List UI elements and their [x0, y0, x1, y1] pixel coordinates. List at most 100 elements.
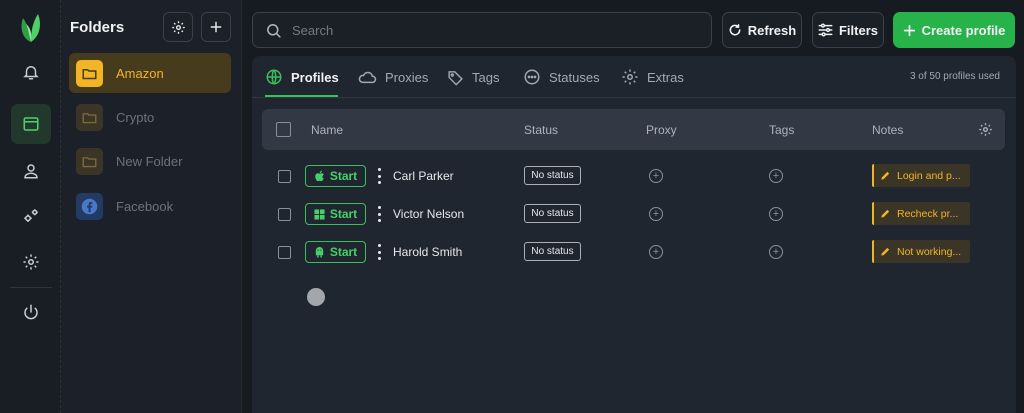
- select-all-checkbox[interactable]: [276, 122, 291, 137]
- column-header-tags[interactable]: Tags: [769, 123, 794, 137]
- row-checkbox[interactable]: [278, 246, 291, 259]
- apple-icon: [315, 170, 324, 182]
- more-options-icon[interactable]: [376, 206, 382, 222]
- column-header-name[interactable]: Name: [311, 123, 343, 137]
- globe-icon: [266, 69, 282, 85]
- plus-icon: [210, 21, 222, 33]
- pencil-icon: [881, 171, 890, 180]
- profile-name[interactable]: Victor Nelson: [393, 207, 464, 221]
- profiles-usage: 3 of 50 profiles used: [909, 71, 1000, 82]
- icon-rail: [0, 0, 61, 413]
- start-button[interactable]: Start: [305, 203, 366, 225]
- folders-panel: Folders Amazon Crypto New Folder Faceboo…: [61, 0, 242, 413]
- gear-icon: [171, 20, 185, 34]
- refresh-button[interactable]: Refresh: [722, 12, 802, 48]
- main-area: Search Refresh Filters Create profile Pr…: [242, 0, 1024, 413]
- profiles-panel: Profiles Proxies Tags Statuses Extras 3 …: [252, 56, 1016, 413]
- filters-button[interactable]: Filters: [812, 12, 884, 48]
- folder-icon: [76, 59, 103, 87]
- add-folder-button[interactable]: [201, 12, 231, 42]
- tab-extras[interactable]: Extras: [621, 67, 684, 87]
- add-tag-icon[interactable]: +: [769, 169, 783, 183]
- add-proxy-icon[interactable]: +: [649, 245, 663, 259]
- dots-circle-icon: [524, 69, 540, 85]
- more-options-icon[interactable]: [376, 244, 382, 260]
- cogs-icon[interactable]: [11, 196, 51, 236]
- tab-profiles[interactable]: Profiles: [265, 67, 339, 87]
- column-header-status[interactable]: Status: [524, 123, 558, 137]
- profile-name[interactable]: Carl Parker: [393, 169, 454, 183]
- status-badge[interactable]: No status: [524, 204, 581, 223]
- gear-icon[interactable]: [11, 242, 51, 282]
- sliders-icon: [818, 23, 833, 37]
- gear-icon: [622, 69, 638, 85]
- note-badge[interactable]: Recheck pr...: [872, 202, 970, 225]
- bell-icon[interactable]: [11, 52, 51, 92]
- facebook-icon: [76, 192, 103, 220]
- folder-item-amazon[interactable]: Amazon: [69, 53, 231, 93]
- folder-item-crypto[interactable]: Crypto: [69, 97, 231, 137]
- status-badge[interactable]: No status: [524, 242, 581, 261]
- table-row[interactable]: Start Harold Smith No status + + Not wor…: [262, 233, 1005, 271]
- status-badge[interactable]: No status: [524, 166, 581, 185]
- browser-window-icon[interactable]: [11, 104, 51, 144]
- table-header: Name Status Proxy Tags Notes: [262, 109, 1005, 150]
- row-checkbox[interactable]: [278, 170, 291, 183]
- pencil-icon: [881, 209, 890, 218]
- add-tag-icon[interactable]: +: [769, 245, 783, 259]
- android-icon: [315, 246, 323, 258]
- start-label: Start: [329, 207, 358, 221]
- tab-label: Extras: [647, 69, 684, 85]
- start-label: Start: [329, 245, 358, 259]
- folder-item-new-folder[interactable]: New Folder: [69, 141, 231, 181]
- column-settings-gear-icon[interactable]: [978, 122, 993, 137]
- user-icon[interactable]: [11, 151, 51, 191]
- tab-bar: Profiles Proxies Tags Statuses Extras 3 …: [252, 56, 1016, 98]
- plus-icon: [903, 24, 915, 36]
- folder-icon: [76, 103, 103, 131]
- rail-divider: [10, 287, 52, 288]
- refresh-label: Refresh: [747, 22, 797, 38]
- tab-statuses[interactable]: Statuses: [523, 67, 600, 87]
- note-text: Not working...: [897, 245, 962, 258]
- folder-label: New Folder: [116, 153, 183, 169]
- loading-spinner: [307, 288, 325, 306]
- refresh-icon: [729, 23, 741, 36]
- table-row[interactable]: Start Victor Nelson No status + + Rechec…: [262, 195, 1005, 233]
- profile-name[interactable]: Harold Smith: [393, 245, 462, 259]
- start-button[interactable]: Start: [305, 165, 366, 187]
- tab-label: Profiles: [291, 69, 339, 85]
- folder-item-facebook[interactable]: Facebook: [69, 186, 231, 226]
- folder-icon: [76, 147, 103, 175]
- tag-icon: [448, 70, 463, 86]
- folder-label: Amazon: [116, 65, 164, 81]
- windows-icon: [314, 208, 325, 220]
- more-options-icon[interactable]: [376, 168, 382, 184]
- add-proxy-icon[interactable]: +: [649, 169, 663, 183]
- note-badge[interactable]: Not working...: [872, 240, 970, 263]
- pencil-icon: [881, 247, 890, 256]
- table-row[interactable]: Start Carl Parker No status + + Login an…: [262, 157, 1005, 195]
- folder-label: Facebook: [116, 198, 174, 214]
- tab-proxies[interactable]: Proxies: [357, 67, 428, 87]
- create-profile-label: Create profile: [921, 22, 1006, 38]
- note-badge[interactable]: Login and p...: [872, 164, 970, 187]
- start-button[interactable]: Start: [305, 241, 366, 263]
- column-header-proxy[interactable]: Proxy: [646, 123, 677, 137]
- app-logo-icon[interactable]: [18, 12, 44, 44]
- cloud-icon: [358, 71, 377, 84]
- tab-tags[interactable]: Tags: [447, 67, 499, 87]
- note-text: Recheck pr...: [897, 207, 959, 220]
- search-icon: [267, 23, 281, 38]
- power-icon[interactable]: [11, 292, 51, 332]
- row-checkbox[interactable]: [278, 208, 291, 221]
- add-tag-icon[interactable]: +: [769, 207, 783, 221]
- search-placeholder: Search: [292, 22, 334, 38]
- column-header-notes[interactable]: Notes: [872, 123, 903, 137]
- tab-label: Statuses: [549, 69, 600, 85]
- folder-settings-button[interactable]: [163, 12, 193, 42]
- tab-label: Tags: [472, 69, 500, 85]
- search-input[interactable]: Search: [252, 12, 712, 48]
- create-profile-button[interactable]: Create profile: [893, 12, 1015, 48]
- add-proxy-icon[interactable]: +: [649, 207, 663, 221]
